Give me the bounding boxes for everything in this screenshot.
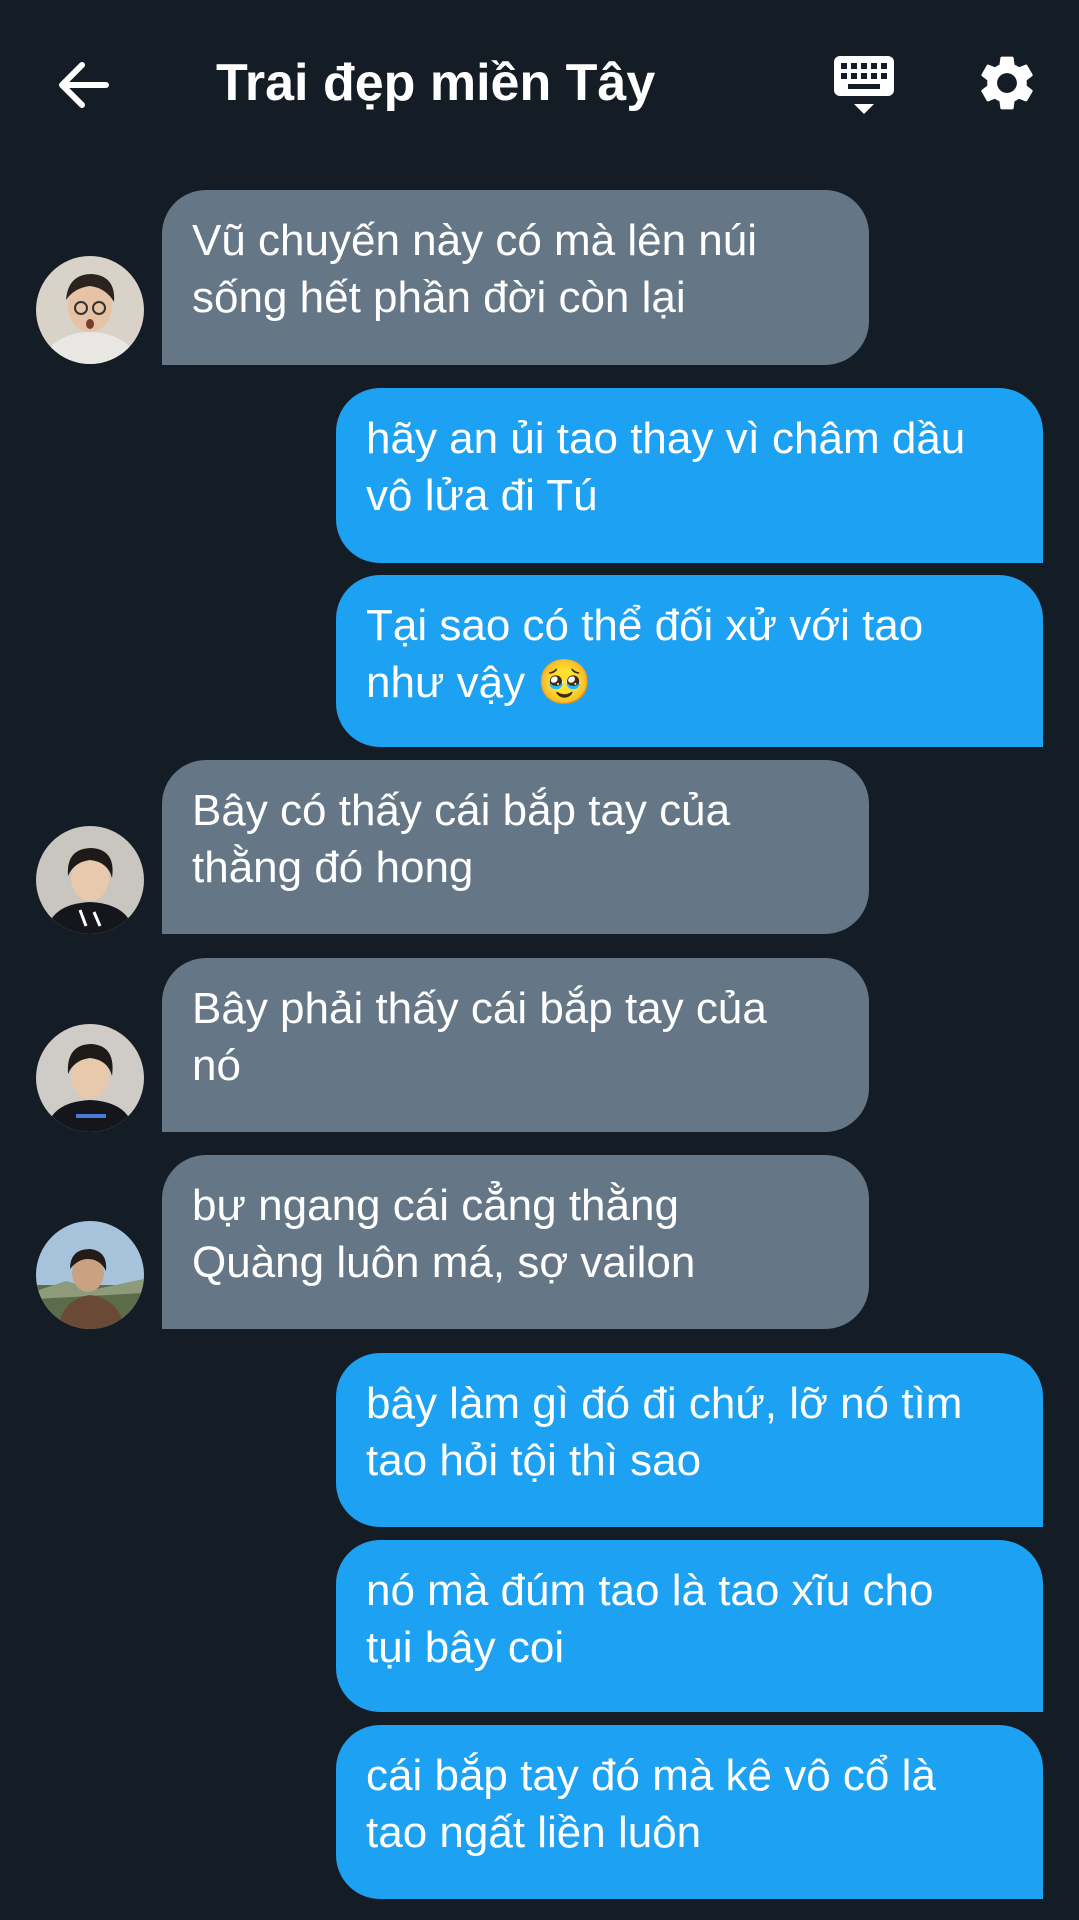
keyboard-icon — [834, 56, 894, 114]
avatar[interactable] — [36, 1024, 144, 1132]
message-row: cái bắp tay đó mà kê vô cổ là tao ngất l… — [0, 1725, 1079, 1899]
avatar-photo — [36, 1024, 144, 1132]
incoming-message-bubble[interactable]: Bây phải thấy cái bắp tay của nó — [162, 958, 869, 1132]
back-button[interactable] — [48, 50, 118, 120]
message-row: Bây phải thấy cái bắp tay của nó — [0, 958, 1079, 1132]
message-row: Vũ chuyến này có mà lên núi sống hết phầ… — [0, 190, 1079, 365]
message-row: Bây có thấy cái bắp tay của thằng đó hon… — [0, 760, 1079, 934]
avatar-photo — [36, 826, 144, 934]
settings-button[interactable] — [974, 50, 1040, 116]
outgoing-message-bubble[interactable]: hãy an ủi tao thay vì châm dầu vô lửa đi… — [336, 388, 1043, 563]
avatar[interactable] — [36, 826, 144, 934]
avatar-photo — [36, 256, 144, 364]
gear-icon — [981, 56, 1033, 110]
incoming-message-bubble[interactable]: bự ngang cái cẳng thằng Quàng luôn má, s… — [162, 1155, 869, 1329]
chat-title: Trai đẹp miền Tây — [216, 54, 656, 112]
outgoing-message-bubble[interactable]: cái bắp tay đó mà kê vô cổ là tao ngất l… — [336, 1725, 1043, 1899]
message-row: bự ngang cái cẳng thằng Quàng luôn má, s… — [0, 1155, 1079, 1329]
incoming-message-bubble[interactable]: Bây có thấy cái bắp tay của thằng đó hon… — [162, 760, 869, 934]
message-row: Tại sao có thể đối xử với tao như vậy 🥹 — [0, 575, 1079, 747]
avatar[interactable] — [36, 256, 144, 364]
chat-thread: Trai đẹp miền Tây Vũ chuyến này có mà lê… — [0, 0, 1079, 1920]
outgoing-message-bubble[interactable]: bây làm gì đó đi chứ, lỡ nó tìm tao hỏi … — [336, 1353, 1043, 1527]
incoming-message-bubble[interactable]: Vũ chuyến này có mà lên núi sống hết phầ… — [162, 190, 869, 365]
avatar-photo — [36, 1221, 144, 1329]
outgoing-message-bubble[interactable]: nó mà đúm tao là tao xĩu cho tụi bây coi — [336, 1540, 1043, 1712]
outgoing-message-bubble[interactable]: Tại sao có thể đối xử với tao như vậy 🥹 — [336, 575, 1043, 747]
message-row: bây làm gì đó đi chứ, lỡ nó tìm tao hỏi … — [0, 1353, 1079, 1527]
keyboard-button[interactable] — [830, 52, 900, 122]
message-row: nó mà đúm tao là tao xĩu cho tụi bây coi — [0, 1540, 1079, 1712]
arrow-left-icon — [59, 62, 109, 108]
avatar[interactable] — [36, 1221, 144, 1329]
chat-header: Trai đẹp miền Tây — [0, 0, 1079, 170]
message-row: hãy an ủi tao thay vì châm dầu vô lửa đi… — [0, 388, 1079, 563]
